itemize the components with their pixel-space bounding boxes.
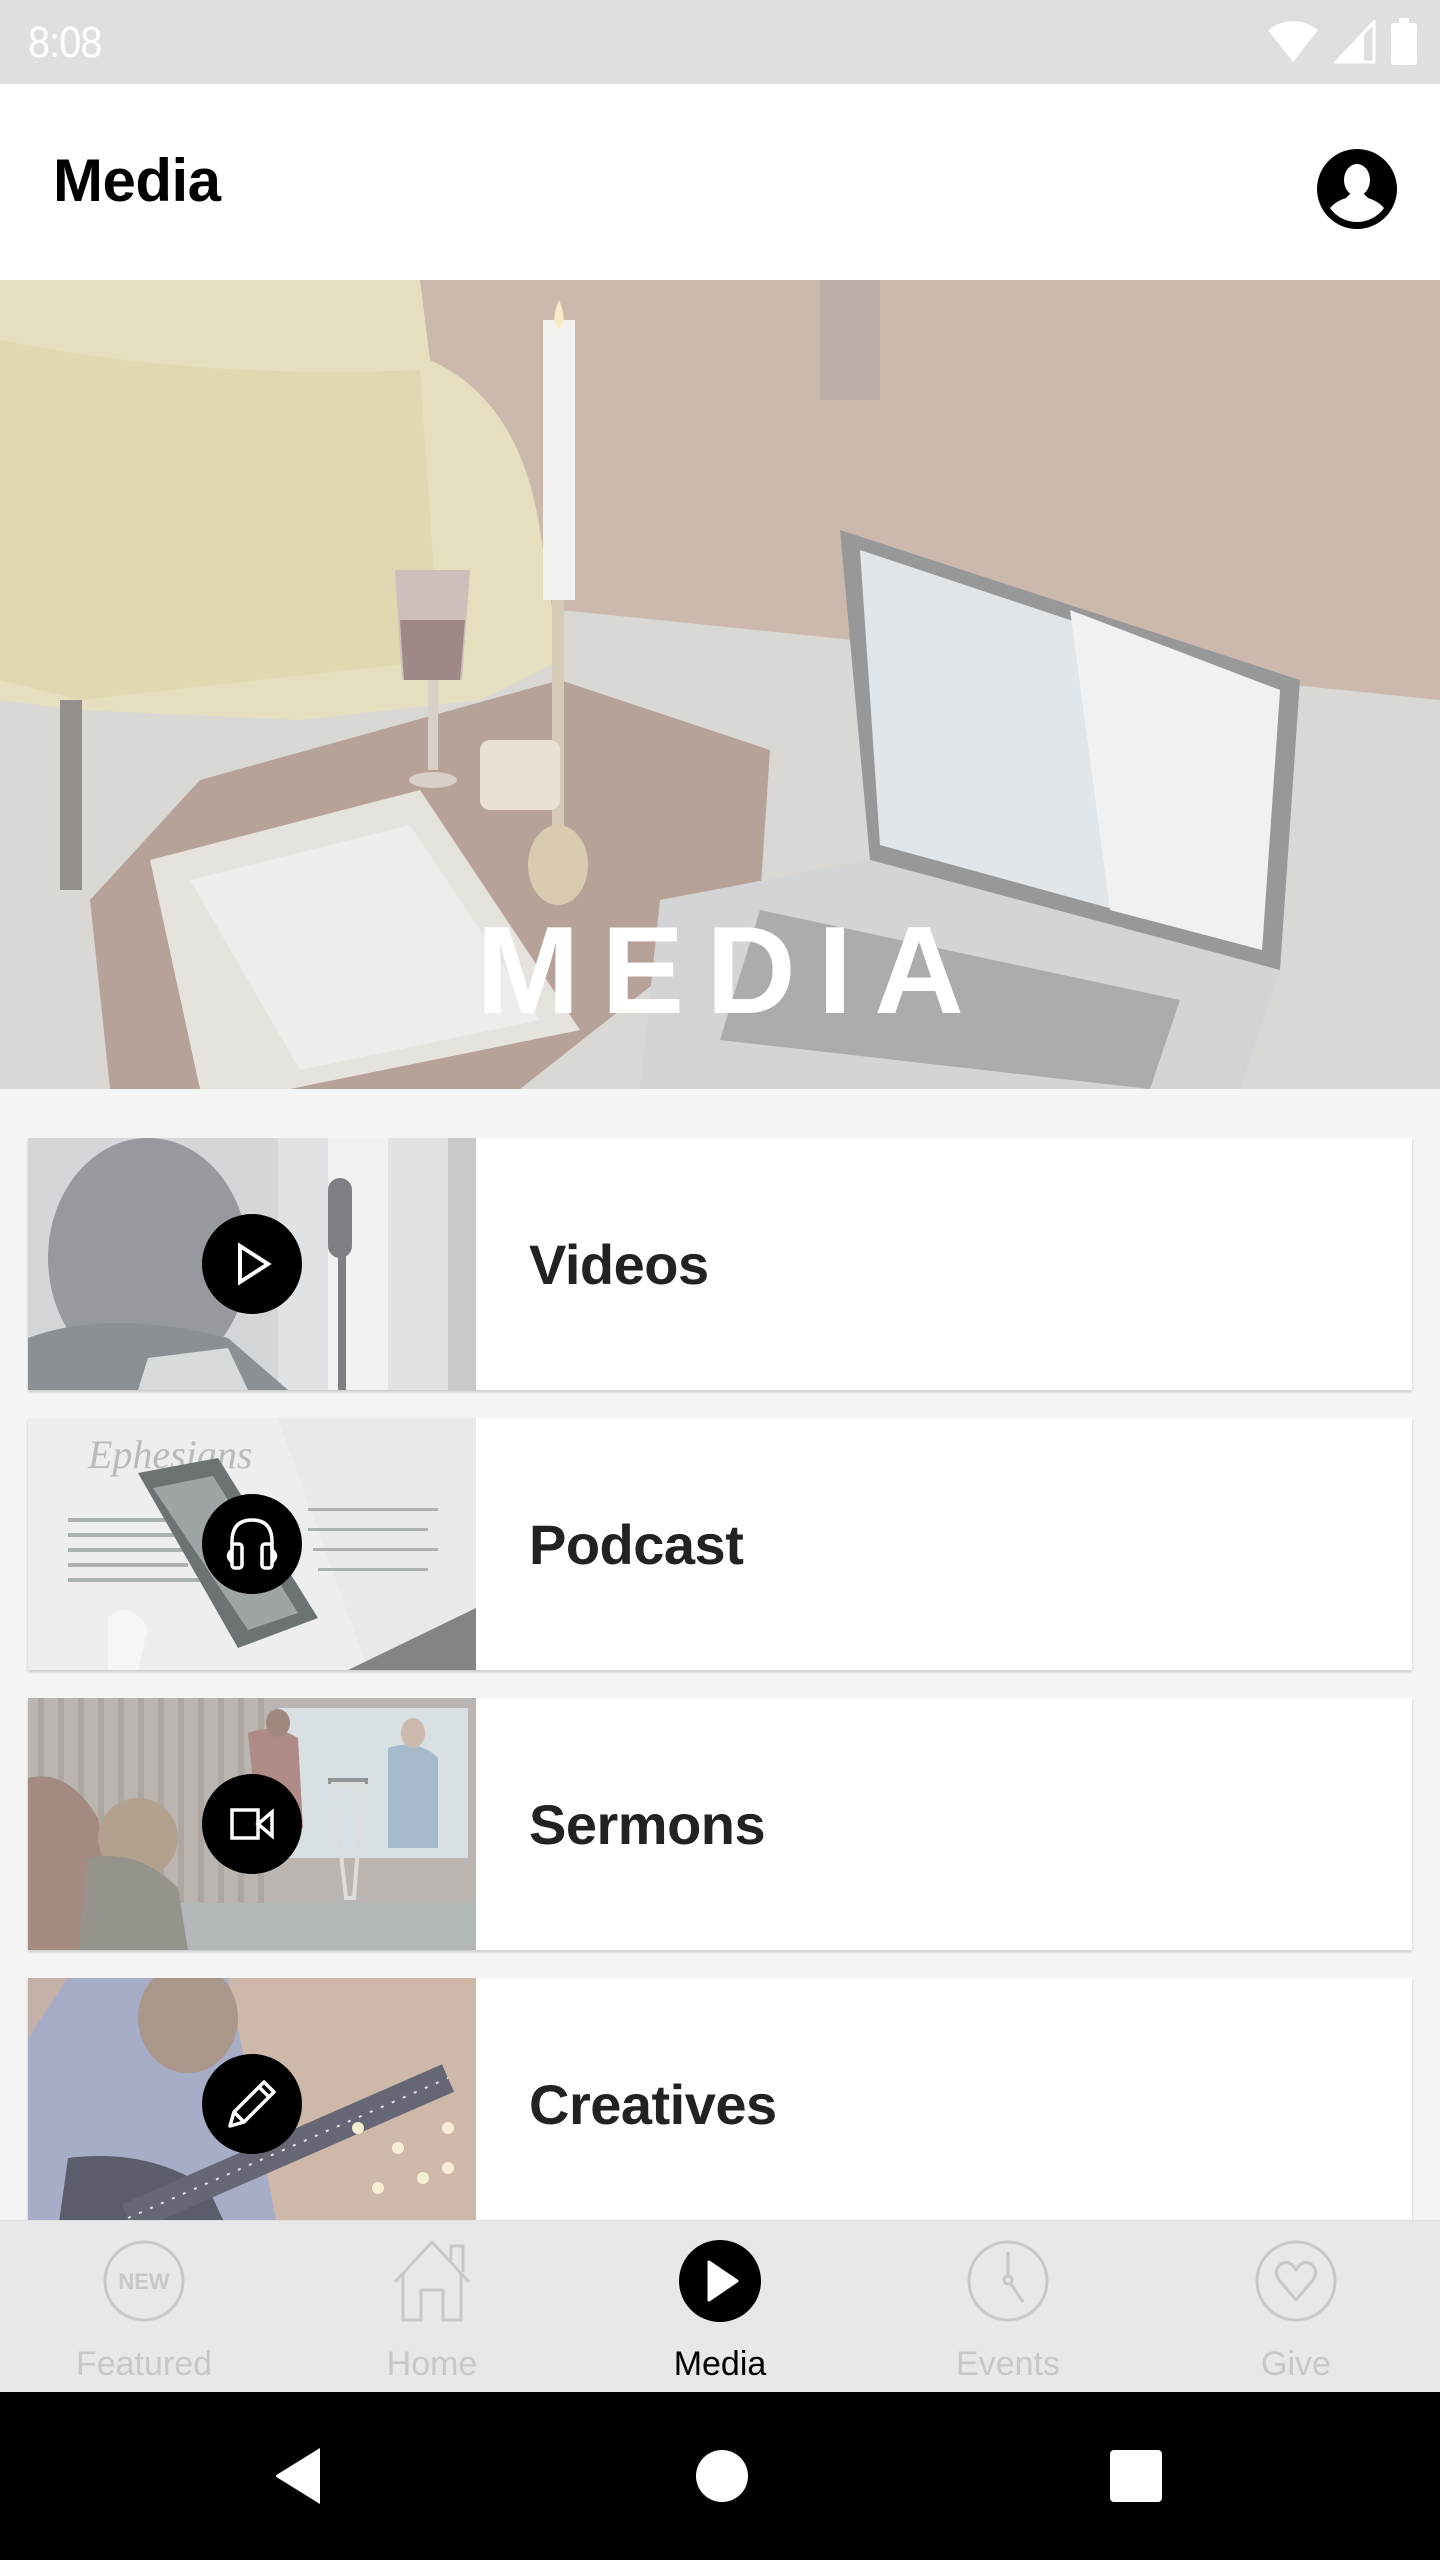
play-circle-icon	[679, 2240, 761, 2322]
media-card-sermons[interactable]: Sermons	[28, 1698, 1412, 1950]
card-label: Sermons	[529, 1792, 766, 1856]
account-circle-icon	[1317, 149, 1397, 229]
media-card-creatives[interactable]: Creatives	[28, 1978, 1412, 2230]
video-camera-icon	[230, 1808, 274, 1840]
card-icon-badge	[202, 2054, 302, 2154]
tab-label: Events	[956, 2345, 1060, 2383]
card-icon-badge	[202, 1494, 302, 1594]
tab-featured[interactable]: NEW Featured	[0, 2221, 288, 2393]
card-icon-badge	[202, 1774, 302, 1874]
status-icons	[1266, 18, 1418, 66]
card-label: Videos	[529, 1232, 709, 1296]
battery-icon	[1391, 18, 1417, 65]
media-card-videos[interactable]: Videos	[28, 1138, 1412, 1390]
heart-icon	[1255, 2240, 1337, 2322]
play-icon	[238, 1242, 272, 1286]
tab-label: Home	[386, 2345, 478, 2383]
tab-label: Give	[1261, 2345, 1331, 2383]
home-icon	[393, 2240, 471, 2322]
recents-icon[interactable]	[1106, 2446, 1166, 2506]
home-circle-icon[interactable]	[692, 2446, 752, 2506]
new-badge-icon: NEW	[103, 2240, 185, 2322]
pencil-icon	[228, 2080, 276, 2128]
tab-media[interactable]: Media	[576, 2221, 864, 2393]
page-title: Media	[53, 147, 221, 214]
card-thumbnail	[28, 1698, 476, 1950]
tab-label: Media	[673, 2345, 767, 2383]
card-label: Creatives	[529, 2072, 777, 2136]
card-icon-badge	[202, 1214, 302, 1314]
clock-icon	[967, 2240, 1049, 2322]
card-label: Podcast	[529, 1512, 744, 1576]
cell-signal-icon	[1334, 20, 1376, 64]
hero-banner: MEDIA	[0, 280, 1440, 1089]
wifi-icon	[1268, 21, 1318, 62]
tab-give[interactable]: Give	[1152, 2221, 1440, 2393]
card-thumbnail	[28, 1138, 476, 1390]
system-navigation-bar	[0, 2392, 1440, 2560]
card-thumbnail	[28, 1978, 476, 2230]
headphones-icon	[226, 1518, 278, 1570]
media-card-podcast[interactable]: Ephesians Podcast	[28, 1418, 1412, 1670]
tab-events[interactable]: Events	[864, 2221, 1152, 2393]
app-header: Media	[0, 84, 1440, 280]
status-bar: 8:08	[0, 0, 1440, 84]
profile-button[interactable]	[1316, 148, 1398, 230]
tab-label: Featured	[75, 2345, 213, 2383]
card-thumbnail: Ephesians	[28, 1418, 476, 1670]
hero-title: MEDIA	[476, 902, 986, 1040]
status-time: 8:08	[28, 18, 102, 67]
tab-home[interactable]: Home	[288, 2221, 576, 2393]
back-icon[interactable]	[270, 2446, 330, 2506]
bottom-navigation: NEW Featured Home Media Events Give	[0, 2220, 1440, 2392]
svg-text:NEW: NEW	[118, 2269, 170, 2294]
